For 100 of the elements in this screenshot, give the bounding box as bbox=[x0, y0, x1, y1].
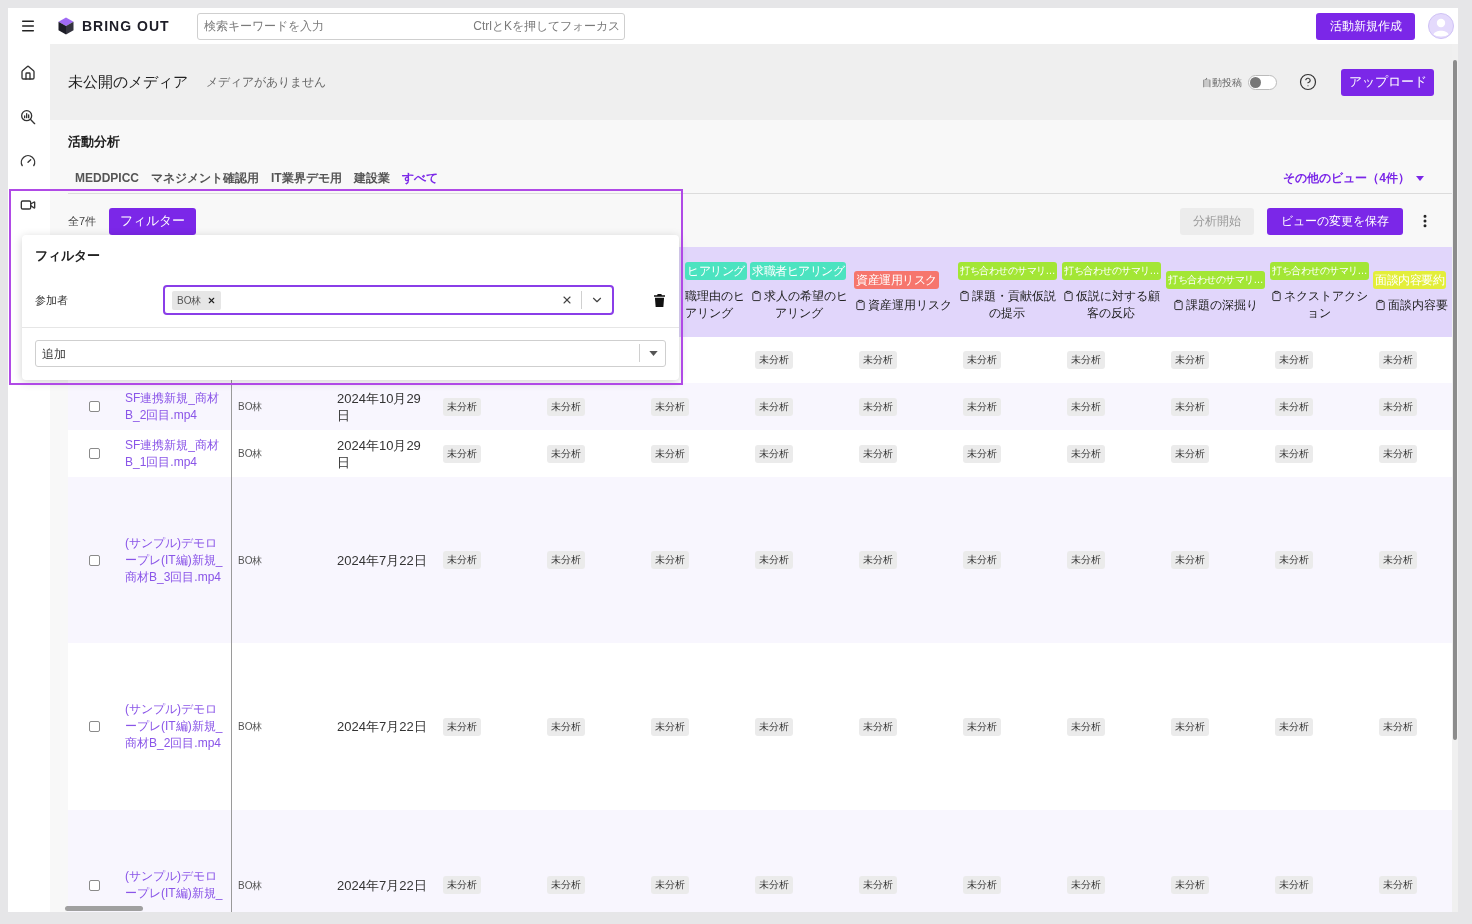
status-badge: 未分析 bbox=[755, 717, 793, 736]
status-badge: 未分析 bbox=[1067, 876, 1105, 894]
status-badge: 未分析 bbox=[1379, 876, 1417, 894]
status-badge: 未分析 bbox=[547, 444, 585, 463]
status-badge: 未分析 bbox=[1067, 397, 1105, 416]
recorded-date: 2024年7月22日 bbox=[337, 876, 427, 894]
column-title: 仮説に対する顧客の反応 bbox=[1075, 289, 1160, 320]
clipboard-icon bbox=[1172, 298, 1184, 311]
category-tag: 打ち合わせのサマリ… bbox=[1062, 262, 1161, 280]
clear-icon[interactable] bbox=[561, 294, 573, 306]
row-checkbox[interactable] bbox=[88, 554, 100, 566]
clipboard-icon bbox=[1062, 290, 1074, 302]
status-badge: 未分析 bbox=[547, 717, 585, 736]
recorded-date: 2024年7月22日 bbox=[337, 551, 427, 569]
view-tab[interactable]: マネジメント確認用 bbox=[151, 170, 259, 186]
result-count: 全7件 bbox=[68, 213, 97, 229]
status-badge: 未分析 bbox=[1067, 717, 1105, 736]
status-badge: 未分析 bbox=[963, 397, 1001, 416]
status-badge: 未分析 bbox=[651, 444, 689, 463]
status-badge: 未分析 bbox=[1275, 351, 1313, 369]
auto-post-toggle[interactable] bbox=[1248, 74, 1277, 90]
row-checkbox[interactable] bbox=[88, 401, 100, 412]
brand-name: BRING OUT bbox=[82, 17, 170, 35]
menu-icon[interactable] bbox=[20, 18, 36, 34]
create-activity-button[interactable]: 活動新規作成 bbox=[1316, 12, 1415, 40]
status-badge: 未分析 bbox=[651, 551, 689, 569]
vertical-scrollbar-thumb[interactable] bbox=[1453, 60, 1457, 740]
category-tag: 資産運用リスク bbox=[854, 270, 939, 289]
horizontal-scrollbar-thumb[interactable] bbox=[65, 906, 143, 911]
remove-icon[interactable] bbox=[207, 295, 217, 305]
status-badge: 未分析 bbox=[651, 397, 689, 416]
column-title: 資産運用リスク bbox=[867, 297, 952, 312]
status-badge: 未分析 bbox=[1171, 397, 1209, 416]
status-badge: 未分析 bbox=[1067, 551, 1105, 569]
column-title: ネクストアクション bbox=[1283, 289, 1368, 320]
status-badge: 未分析 bbox=[651, 876, 689, 894]
cube-logo-icon bbox=[58, 17, 74, 35]
save-view-button[interactable]: ビューの変更を保存 bbox=[1267, 207, 1403, 235]
status-badge: 未分析 bbox=[1171, 444, 1209, 463]
row-checkbox[interactable] bbox=[88, 879, 100, 891]
other-views-dropdown[interactable]: その他のビュー（4件） bbox=[1283, 169, 1424, 187]
file-link[interactable]: (サンプル)デモロープレ(IT編)新規_商材B_3回目.mp4 bbox=[125, 534, 226, 586]
filter-button[interactable]: フィルター bbox=[109, 207, 197, 235]
status-badge: 未分析 bbox=[1171, 351, 1209, 369]
home-icon[interactable] bbox=[20, 65, 36, 81]
status-badge: 未分析 bbox=[755, 551, 793, 569]
participant-select[interactable]: BO林 bbox=[163, 285, 614, 315]
section-title: 活動分析 bbox=[68, 134, 121, 150]
view-tab[interactable]: MEDDPICC bbox=[75, 170, 139, 186]
status-badge: 未分析 bbox=[547, 551, 585, 569]
view-tab[interactable]: すべて bbox=[401, 170, 438, 186]
status-badge: 未分析 bbox=[443, 444, 481, 463]
status-badge: 未分析 bbox=[1171, 551, 1209, 569]
search-chart-icon[interactable] bbox=[20, 109, 36, 125]
status-badge: 未分析 bbox=[1379, 717, 1417, 736]
clipboard-icon bbox=[750, 290, 762, 302]
status-badge: 未分析 bbox=[547, 397, 585, 416]
row-checkbox[interactable] bbox=[88, 448, 100, 459]
row-checkbox[interactable] bbox=[88, 721, 100, 732]
status-badge: 未分析 bbox=[1275, 717, 1313, 736]
video-camera-icon[interactable] bbox=[20, 197, 36, 213]
status-badge: 未分析 bbox=[859, 444, 897, 463]
trash-icon[interactable] bbox=[654, 293, 665, 307]
page-title: 未公開のメディア bbox=[68, 73, 188, 91]
popup-title: フィルター bbox=[35, 248, 101, 264]
file-link[interactable]: SF連携新規_商材B_2回目.mp4 bbox=[125, 389, 226, 424]
participant-name: BO林 bbox=[238, 553, 263, 568]
status-badge: 未分析 bbox=[963, 551, 1001, 569]
category-tag: 面談内容要約 bbox=[1373, 270, 1446, 289]
status-badge: 未分析 bbox=[963, 717, 1001, 736]
status-badge: 未分析 bbox=[963, 444, 1001, 463]
file-link[interactable]: (サンプル)デモロープレ(IT編)新規_商材B_2回目.mp4 bbox=[125, 701, 226, 752]
status-badge: 未分析 bbox=[1379, 397, 1417, 416]
upload-button[interactable]: アップロード bbox=[1341, 68, 1434, 96]
status-badge: 未分析 bbox=[859, 397, 897, 416]
status-badge: 未分析 bbox=[1379, 444, 1417, 463]
status-badge: 未分析 bbox=[1275, 444, 1313, 463]
status-badge: 未分析 bbox=[443, 717, 481, 736]
file-link[interactable]: SF連携新規_商材B_1回目.mp4 bbox=[125, 436, 226, 471]
status-badge: 未分析 bbox=[1171, 876, 1209, 894]
status-badge: 未分析 bbox=[755, 876, 793, 894]
status-badge: 未分析 bbox=[755, 397, 793, 416]
empty-media-note: メディアがありません bbox=[206, 74, 326, 91]
status-badge: 未分析 bbox=[1171, 717, 1209, 736]
status-badge: 未分析 bbox=[963, 876, 1001, 894]
recorded-date: 2024年10月29日 bbox=[337, 389, 422, 424]
chip-label: BO林 bbox=[177, 293, 202, 308]
status-badge: 未分析 bbox=[859, 551, 897, 569]
view-tab[interactable]: 建設業 bbox=[353, 170, 390, 186]
participant-name: BO林 bbox=[238, 878, 263, 893]
category-tag: 打ち合わせのサマリ… bbox=[958, 262, 1057, 280]
view-tab[interactable]: IT業界デモ用 bbox=[271, 170, 342, 186]
add-select[interactable]: 追加 bbox=[35, 340, 666, 367]
status-badge: 未分析 bbox=[1379, 551, 1417, 569]
gauge-icon[interactable] bbox=[20, 153, 36, 169]
condition-label: 参加者 bbox=[35, 292, 69, 308]
file-link[interactable]: (サンプル)デモロープレ(IT編)新規_ bbox=[125, 868, 226, 902]
help-icon[interactable] bbox=[1299, 73, 1317, 91]
category-tag: 打ち合わせのサマリ… bbox=[1270, 262, 1369, 280]
status-badge: 未分析 bbox=[1067, 444, 1105, 463]
